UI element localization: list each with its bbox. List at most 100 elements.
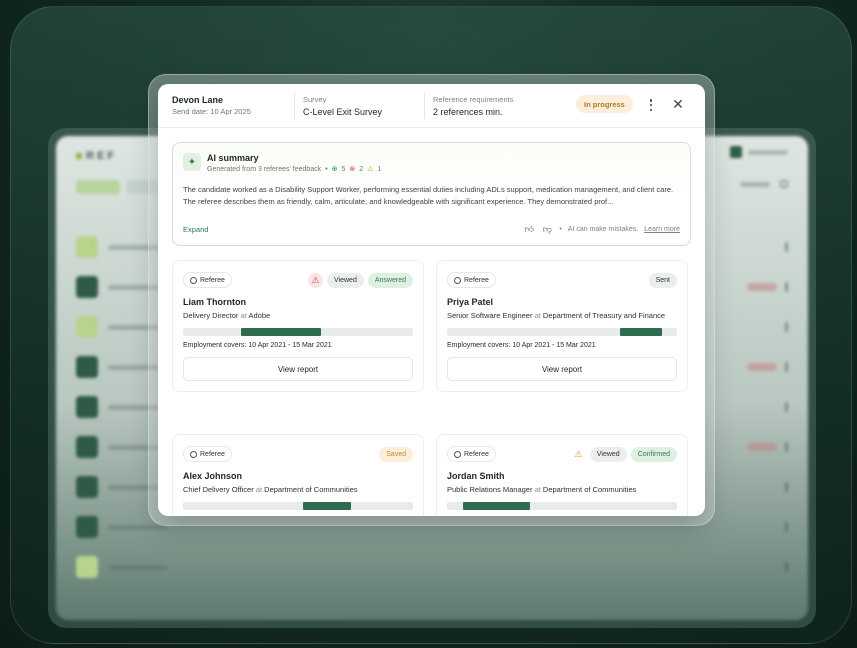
close-button[interactable]: ✕ [670, 96, 686, 112]
modal-header: Devon Lane Send date: 10 Apr 2025 Survey… [158, 84, 705, 128]
employment-covers: Employment covers: 10 Apr 2021 - 15 Mar … [183, 342, 332, 349]
more-icon [785, 322, 788, 332]
status-badge: In progress [576, 95, 633, 113]
referee-icon [454, 450, 461, 458]
referee-badges: ⚠ Viewed Confirmed [571, 446, 677, 462]
row-avatar [76, 356, 98, 378]
more-icon [785, 522, 788, 532]
view-report-button[interactable]: View report [447, 357, 677, 381]
employment-timeline [183, 502, 413, 510]
referee-name: Jordan Smith [447, 471, 505, 481]
alert-icon: ⚠ [308, 272, 324, 288]
more-icon [785, 562, 788, 572]
app-logo-text: REF [86, 150, 117, 162]
filter-placeholder [740, 181, 770, 187]
app-logo: REF [76, 150, 117, 162]
user-menu [730, 146, 788, 158]
close-icon: ✕ [672, 96, 684, 112]
referee-name: Liam Thornton [183, 297, 246, 307]
referee-company: Department of Communities [264, 485, 358, 494]
row-avatar [76, 396, 98, 418]
referee-tag-label: Referee [200, 276, 225, 284]
referee-tag-label: Referee [200, 450, 225, 458]
row-actions [747, 362, 788, 372]
referee-card: Referee Sent Priya Patel Senior Software… [436, 260, 688, 392]
survey-label: Survey [303, 94, 327, 104]
row-actions [785, 562, 788, 572]
row-avatar [76, 316, 98, 338]
sparkle-icon: ✦ [183, 153, 201, 171]
avatar [730, 146, 742, 158]
negative-count: 2 [359, 165, 364, 173]
referee-at: at [255, 485, 263, 494]
referee-tag: Referee [183, 272, 232, 288]
row-actions [785, 522, 788, 532]
employment-coverage-bar [619, 328, 663, 336]
modal-body: ✦ AI summary Generated from 3 referees' … [158, 128, 705, 516]
referee-icon [454, 276, 461, 284]
row-line [108, 524, 168, 530]
referee-role: Chief Delivery Officer at Department of … [183, 485, 413, 494]
referee-icon [190, 276, 197, 284]
settings-icon [780, 180, 788, 188]
thumbs-up-icon[interactable]: 👍︎ [523, 223, 535, 235]
survey-value: C-Level Exit Survey [303, 106, 383, 117]
referee-title: Senior Software Engineer [447, 311, 533, 320]
reference-modal: Devon Lane Send date: 10 Apr 2025 Survey… [158, 84, 705, 516]
referee-company: Department of Treasury and Finance [542, 311, 666, 320]
expand-link[interactable]: Expand [183, 225, 208, 234]
more-icon [785, 282, 788, 292]
referee-card: Referee Saved Alex Johnson Chief Deliver… [172, 434, 424, 516]
more-icon [785, 362, 788, 372]
separator-dot: • [325, 165, 328, 173]
ai-feedback: 👍︎ 👎︎ • AI can make mistakes. Learn more [523, 223, 680, 235]
referee-card-header: Referee Saved [183, 445, 413, 463]
row-line [108, 564, 168, 570]
more-icon [785, 482, 788, 492]
referee-tag: Referee [447, 446, 496, 462]
positive-icon: ⊕ [331, 166, 338, 173]
referee-title: Public Relations Manager [447, 485, 533, 494]
negative-icon: ⊗ [349, 166, 356, 173]
status-badge-viewed: Viewed [589, 446, 627, 462]
row-avatar [76, 436, 98, 458]
view-report-button[interactable]: View report [183, 357, 413, 381]
ai-summary-text: The candidate worked as a Disability Sup… [183, 185, 674, 206]
employment-coverage-bar [463, 502, 530, 510]
employment-timeline [447, 328, 677, 336]
referee-name: Priya Patel [447, 297, 494, 307]
more-options-button[interactable] [646, 97, 656, 113]
referee-role: Delivery Director at Adobe [183, 311, 413, 320]
requirements-value: 2 references min. [433, 106, 503, 117]
warning-icon: ⚠ [367, 166, 374, 173]
requirements-info: Reference requirements 2 references min. [424, 92, 513, 119]
status-badge-confirmed: Confirmed [630, 446, 677, 462]
survey-info: Survey C-Level Exit Survey [294, 92, 424, 119]
ai-summary-source: Generated from 3 referees' feedback [207, 165, 322, 173]
referee-card: Referee ⚠ Viewed Confirmed Jordan Smith … [436, 434, 688, 516]
candidate-info: Devon Lane Send date: 10 Apr 2025 [172, 95, 294, 116]
referee-tag: Referee [447, 272, 496, 288]
ai-summary-title: AI summary [207, 153, 259, 163]
separator-dot: • [559, 225, 562, 233]
thumbs-down-icon[interactable]: 👎︎ [541, 223, 553, 235]
row-pill [747, 443, 777, 451]
employment-timeline [183, 328, 413, 336]
more-dot [649, 103, 653, 107]
row-pill [747, 363, 777, 371]
candidate-name: Devon Lane [172, 95, 224, 105]
referee-card: Referee ⚠ Viewed Answered Liam Thornton … [172, 260, 424, 392]
employment-covers: Employment covers: 10 Apr 2021 - 15 Mar … [447, 342, 596, 349]
referee-role: Senior Software Engineer at Department o… [447, 311, 677, 320]
status-badge-answered: Answered [367, 272, 413, 288]
warning-icon: ⚠ [574, 448, 583, 459]
row-actions [747, 442, 788, 452]
logo-mark-icon [76, 153, 82, 159]
referee-card-header: Referee ⚠ Viewed Answered [183, 271, 413, 289]
positive-count: 5 [341, 165, 346, 173]
employment-timeline [447, 502, 677, 510]
referee-name: Alex Johnson [183, 471, 243, 481]
referee-title: Chief Delivery Officer [183, 485, 254, 494]
learn-more-link[interactable]: Learn more [644, 226, 680, 233]
user-name-placeholder [748, 149, 788, 155]
